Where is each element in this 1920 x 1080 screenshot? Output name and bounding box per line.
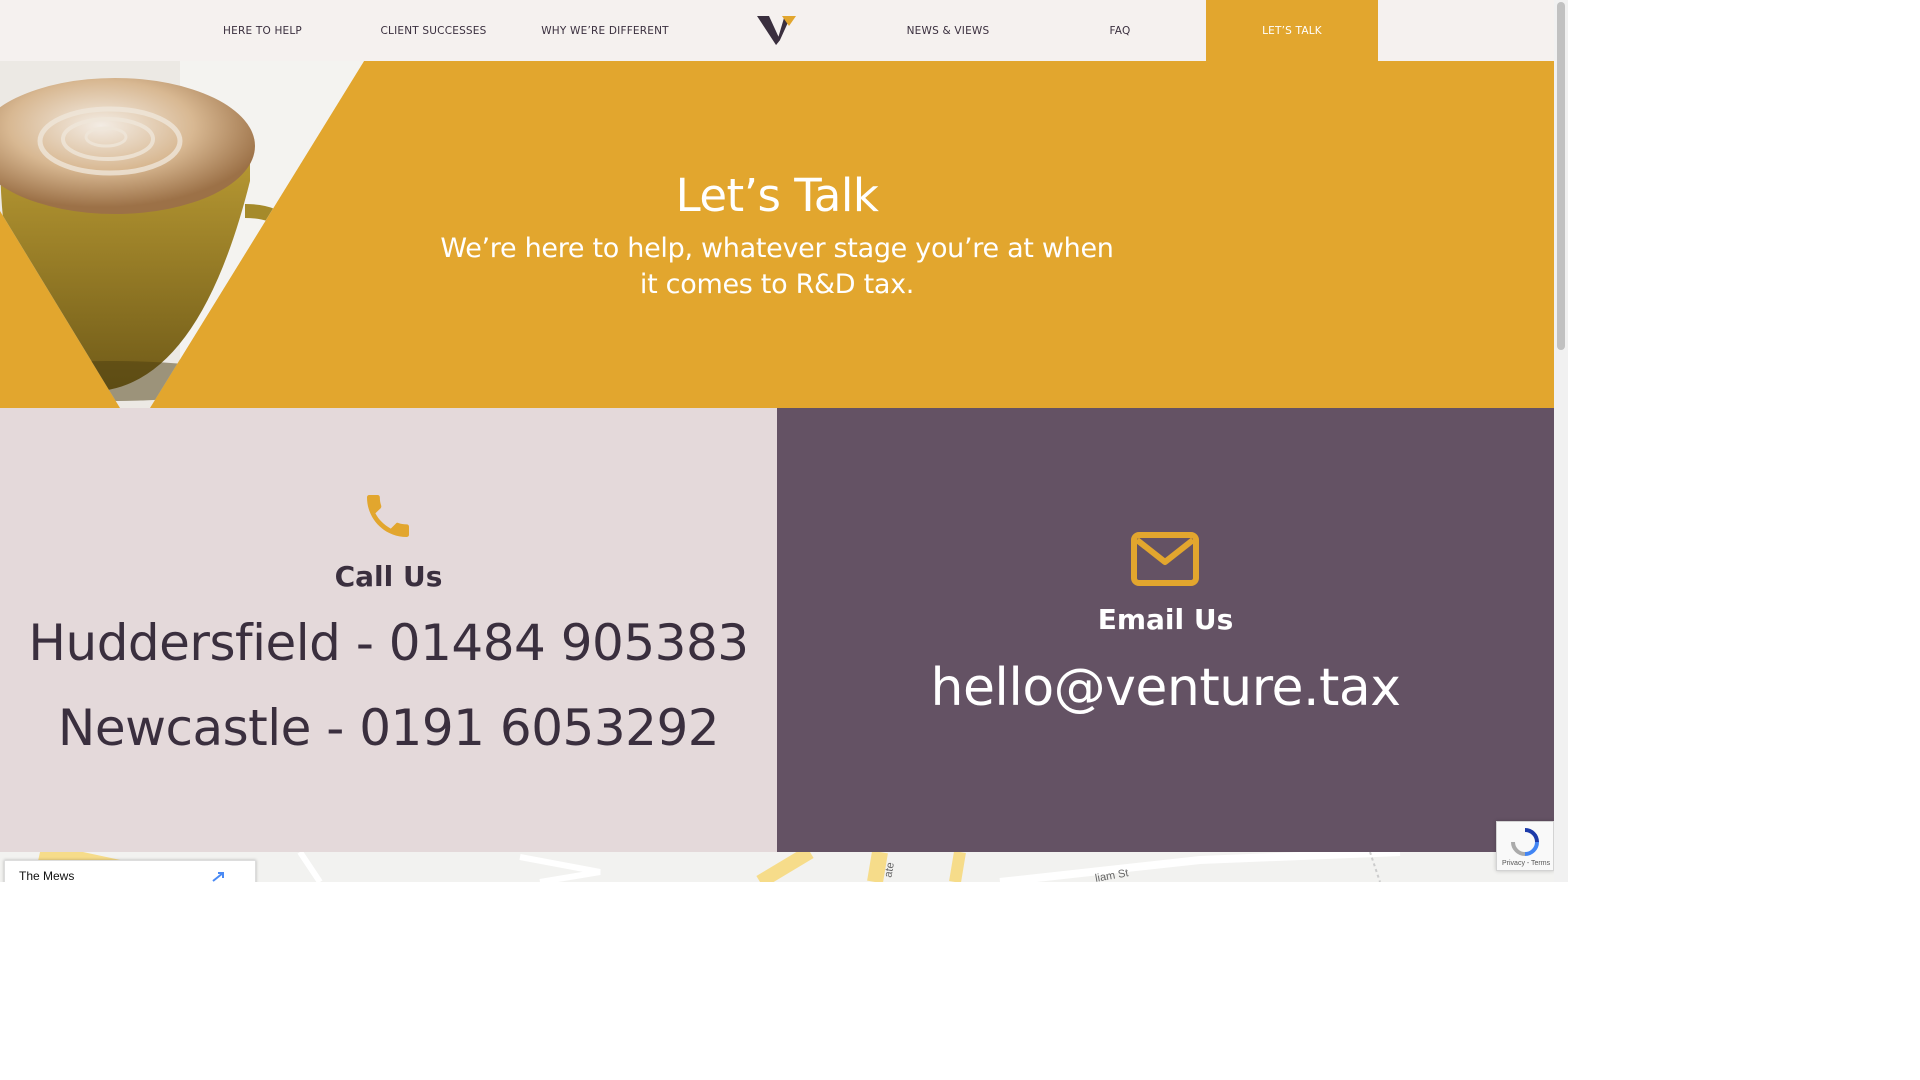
phone-icon — [367, 495, 409, 537]
scrollbar-thumb[interactable] — [1557, 2, 1565, 350]
coffee-cup-image — [0, 61, 364, 408]
recaptcha-privacy-terms[interactable]: Privacy - Terms — [1502, 860, 1550, 867]
nav-why-different[interactable]: WHY WE’RE DIFFERENT — [519, 0, 691, 61]
phone-newcastle-link[interactable]: Newcastle - 0191 6053292 — [0, 699, 777, 757]
recaptcha-icon — [1511, 828, 1539, 856]
hero-subtitle: We’re here to help, whatever stage you’r… — [440, 233, 1114, 300]
top-navigation: HERE TO HELP CLIENT SUCCESSES WHY WE’RE … — [0, 0, 1554, 61]
email-us-heading: Email Us — [1097, 603, 1234, 636]
scrollbar[interactable] — [1554, 0, 1568, 882]
nav-news-views[interactable]: NEWS & VIEWS — [862, 0, 1034, 61]
mail-icon — [1131, 532, 1199, 586]
page-title: Let’s Talk — [675, 169, 879, 222]
map-embed[interactable]: ate liam St The Mews — [0, 852, 1554, 882]
venture-logo-icon[interactable] — [752, 12, 802, 48]
nav-here-to-help[interactable]: HERE TO HELP — [177, 0, 348, 61]
nav-faq[interactable]: FAQ — [1034, 0, 1206, 61]
map-info-card[interactable]: The Mews — [4, 860, 256, 882]
map-card-title: The Mews — [19, 869, 75, 882]
call-us-panel: Call Us Huddersfield - 01484 905383 Newc… — [0, 408, 777, 852]
recaptcha-badge[interactable]: Privacy - Terms — [1496, 821, 1554, 871]
hero-banner: Let’s Talk We’re here to help, whatever … — [0, 61, 1554, 408]
call-us-heading: Call Us — [334, 560, 443, 593]
email-address-link[interactable]: hello@venture.tax — [777, 658, 1554, 718]
phone-huddersfield-link[interactable]: Huddersfield - 01484 905383 — [0, 614, 777, 672]
nav-lets-talk[interactable]: LET’S TALK — [1206, 0, 1378, 61]
email-us-panel: Email Us hello@venture.tax — [777, 408, 1554, 852]
directions-icon[interactable] — [211, 871, 227, 882]
nav-client-successes[interactable]: CLIENT SUCCESSES — [348, 0, 519, 61]
